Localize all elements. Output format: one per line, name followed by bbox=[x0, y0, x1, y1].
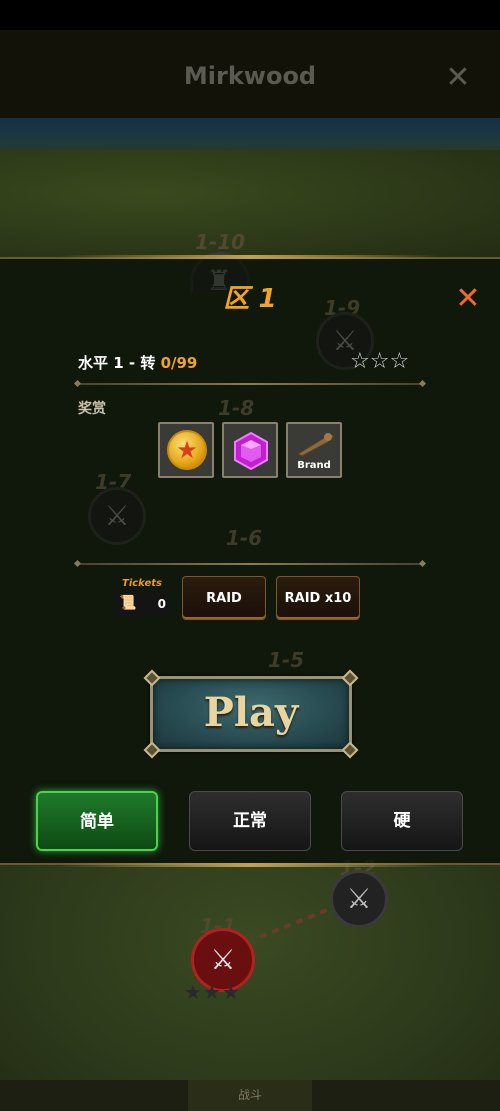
zone-title: 区 1 bbox=[223, 284, 277, 314]
purple-gem-icon bbox=[234, 431, 268, 471]
raid-x10-button[interactable]: RAID x10 bbox=[276, 576, 360, 620]
brand-item-icon bbox=[296, 433, 335, 457]
play-label: Play bbox=[203, 689, 299, 736]
divider bbox=[78, 383, 422, 385]
difficulty-hard-button[interactable]: 硬 bbox=[341, 791, 463, 851]
tab-battle[interactable]: 战斗 bbox=[188, 1080, 312, 1111]
node-label-1-10: 1-10 bbox=[195, 230, 246, 254]
panel-border-glow bbox=[60, 255, 440, 259]
map-grass-top bbox=[0, 150, 500, 258]
rewards-label: 奖赏 bbox=[78, 401, 106, 417]
difficulty-normal-button[interactable]: 正常 bbox=[189, 791, 311, 851]
level-stars-icon: ☆☆☆ bbox=[350, 349, 410, 374]
scroll-icon: 📜 bbox=[119, 595, 137, 611]
reward-slot-coin[interactable]: ★ bbox=[158, 422, 214, 478]
panel-close-icon[interactable]: ✕ bbox=[452, 283, 484, 315]
raid-button[interactable]: RAID bbox=[182, 576, 266, 620]
node-1-2[interactable]: ⚔ bbox=[330, 870, 388, 928]
reward-slot-brand[interactable]: Brand bbox=[286, 422, 342, 478]
node-1-1-stars: ★★★ bbox=[184, 982, 241, 1004]
node-label-1-8: 1-8 bbox=[218, 396, 255, 420]
crossed-swords-icon: ⚔ bbox=[346, 882, 372, 915]
difficulty-easy-button[interactable]: 简单 bbox=[36, 791, 158, 851]
map-title: Mirkwood bbox=[183, 62, 317, 90]
play-button[interactable]: Play bbox=[143, 669, 359, 759]
level-text: 水平 1 - 转 bbox=[78, 354, 161, 372]
crossed-swords-icon: ⚔ bbox=[104, 499, 130, 532]
level-progress: 0/99 bbox=[160, 354, 198, 372]
node-1-7: ⚔ bbox=[88, 487, 146, 545]
tickets-count: 0 bbox=[157, 597, 166, 611]
tickets-label: Tickets bbox=[122, 578, 162, 589]
reward-slot-gem[interactable] bbox=[222, 422, 278, 478]
level-info: 水平 1 - 转 0/99 bbox=[78, 352, 197, 373]
gold-coin-icon: ★ bbox=[167, 430, 207, 470]
map-close-icon[interactable]: ✕ bbox=[444, 63, 472, 93]
node-label-1-6: 1-6 bbox=[226, 526, 263, 550]
brand-label: Brand bbox=[297, 460, 331, 471]
divider bbox=[78, 563, 422, 565]
node-label-1-5: 1-5 bbox=[268, 648, 305, 672]
status-bar bbox=[0, 0, 500, 30]
tickets-counter: 📜 0 bbox=[114, 593, 170, 617]
panel-border-glow bbox=[60, 863, 440, 867]
